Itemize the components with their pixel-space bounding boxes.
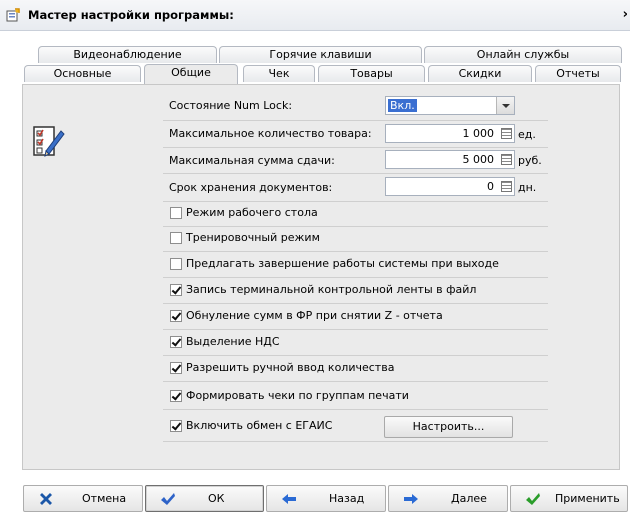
numlock-value: Вкл.	[388, 99, 417, 112]
tab-online-services[interactable]: Онлайн службы	[424, 46, 622, 63]
apply-label: Применить	[555, 492, 620, 505]
divider	[163, 329, 548, 330]
tab-discounts[interactable]: Скидки	[428, 65, 532, 82]
checkbox-label: Формировать чеки по группам печати	[186, 389, 409, 402]
next-label: Далее	[451, 492, 487, 505]
max-change-value: 5 000	[462, 153, 495, 166]
divider	[163, 303, 548, 304]
tab-general[interactable]: Общие	[144, 64, 238, 84]
doc-storage-value: 0	[487, 180, 494, 193]
max-qty-unit: ед.	[518, 128, 536, 141]
checkbox-manual-qty[interactable]	[170, 362, 182, 374]
max-qty-label: Максимальное количество товара:	[169, 127, 372, 140]
checkbox-label: Включить обмен с ЕГАИС	[186, 419, 333, 432]
chevron-down-icon[interactable]	[496, 97, 514, 114]
back-button[interactable]: Назад	[266, 485, 386, 512]
divider	[163, 226, 548, 227]
cancel-button[interactable]: Отмена	[23, 485, 143, 512]
apply-checkmark-icon	[526, 493, 540, 505]
checkbox-egais[interactable]	[170, 420, 182, 432]
settings-checklist-icon	[33, 126, 65, 157]
apply-button[interactable]: Применить	[510, 485, 628, 512]
checkbox-reset-sums-z[interactable]	[170, 310, 182, 322]
checkbox-label: Предлагать завершение работы системы при…	[186, 257, 499, 270]
wizard-app-icon	[6, 8, 20, 22]
divider	[163, 277, 548, 278]
max-qty-input[interactable]: 1 000	[385, 124, 515, 143]
max-qty-value: 1 000	[462, 127, 495, 140]
arrow-right-icon	[404, 494, 418, 504]
checkbox-label: Режим рабочего стола	[186, 206, 318, 219]
divider	[163, 120, 548, 121]
divider	[163, 409, 548, 410]
calculator-icon[interactable]	[501, 128, 512, 139]
checkbox-label: Тренировочный режим	[186, 231, 320, 244]
cancel-label: Отмена	[82, 492, 127, 505]
divider	[163, 381, 548, 382]
calculator-icon[interactable]	[501, 181, 512, 192]
doc-storage-unit: дн.	[518, 181, 537, 194]
tab-strip: Видеонаблюдение Горячие клавиши Онлайн с…	[0, 31, 630, 85]
divider	[163, 201, 548, 202]
checkbox-tape-to-file[interactable]	[170, 284, 182, 296]
tab-video[interactable]: Видеонаблюдение	[38, 46, 217, 63]
checkbox-label: Обнуление сумм в ФР при снятии Z - отчет…	[186, 309, 443, 322]
ok-label: ОК	[208, 492, 225, 505]
tab-receipt[interactable]: Чек	[243, 65, 315, 82]
checkbox-label: Выделение НДС	[186, 335, 280, 348]
bottom-button-bar: Отмена ОК Назад Далее Применить	[0, 471, 630, 522]
max-change-input[interactable]: 5 000	[385, 150, 515, 169]
calculator-icon[interactable]	[501, 154, 512, 165]
max-change-label: Максимальная сумма сдачи:	[169, 154, 335, 167]
divider	[163, 251, 548, 252]
checkbox-training-mode[interactable]	[170, 232, 182, 244]
tab-main[interactable]: Основные	[24, 65, 141, 82]
checkbox-shutdown-on-exit[interactable]	[170, 258, 182, 270]
window-title: Мастер настройки программы:	[28, 8, 234, 22]
checkmark-icon	[161, 493, 175, 505]
egais-setup-button[interactable]: Настроить...	[384, 416, 513, 438]
next-button[interactable]: Далее	[388, 485, 508, 512]
close-button[interactable]: ›	[623, 7, 628, 22]
max-change-unit: руб.	[518, 154, 542, 167]
checkbox-label: Запись терминальной контрольной ленты в …	[186, 283, 477, 296]
back-label: Назад	[329, 492, 365, 505]
divider	[163, 147, 548, 148]
tab-hotkeys[interactable]: Горячие клавиши	[219, 46, 422, 63]
doc-storage-input[interactable]: 0	[385, 177, 515, 196]
divider	[163, 173, 548, 174]
divider	[163, 441, 548, 442]
numlock-label: Состояние Num Lock:	[169, 99, 293, 112]
cancel-x-icon	[40, 493, 52, 505]
title-bar: Мастер настройки программы: ›	[0, 0, 630, 31]
tab-goods[interactable]: Товары	[318, 65, 425, 82]
numlock-select[interactable]: Вкл.	[385, 96, 515, 115]
checkbox-print-groups[interactable]	[170, 390, 182, 402]
ok-button[interactable]: ОК	[145, 485, 264, 512]
checkbox-label: Разрешить ручной ввод количества	[186, 361, 395, 374]
divider	[163, 355, 548, 356]
doc-storage-label: Срок хранения документов:	[169, 181, 333, 194]
checkbox-vat[interactable]	[170, 336, 182, 348]
checkbox-desktop-mode[interactable]	[170, 207, 182, 219]
arrow-left-icon	[282, 494, 296, 504]
tab-reports[interactable]: Отчеты	[535, 65, 621, 82]
